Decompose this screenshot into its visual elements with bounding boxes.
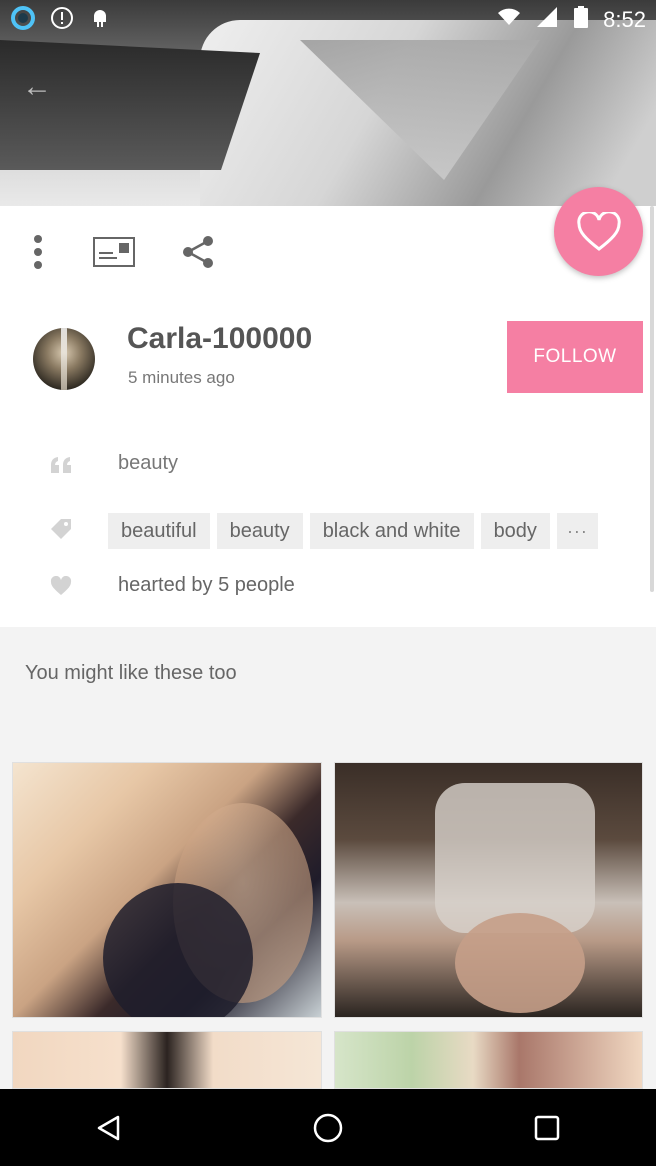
back-arrow-icon[interactable]: ← — [22, 70, 52, 104]
heart-small-icon — [48, 573, 74, 599]
hearted-count[interactable]: hearted by 5 people — [118, 574, 295, 597]
wifi-icon — [497, 5, 521, 35]
avatar[interactable] — [33, 328, 95, 390]
home-icon[interactable] — [298, 1098, 358, 1158]
battery-icon — [573, 5, 589, 35]
info-icon — [50, 6, 74, 35]
share-icon[interactable] — [176, 230, 220, 274]
postcard-icon[interactable] — [92, 230, 136, 274]
avatar-image-detail — [61, 328, 67, 390]
follow-button[interactable]: FOLLOW — [507, 321, 643, 393]
more-tags-button[interactable]: ··· — [556, 513, 598, 549]
back-icon[interactable] — [79, 1098, 139, 1158]
status-bar: 8:52 — [0, 0, 656, 40]
tag-chip[interactable]: beauty — [216, 513, 303, 549]
suggestions-title: You might like these too — [25, 662, 237, 684]
quote-icon — [48, 452, 74, 478]
thumbnail-detail — [455, 913, 585, 1013]
cellular-signal-icon — [535, 5, 559, 35]
tag-chip[interactable]: black and white — [309, 513, 474, 549]
tag-chip[interactable]: beautiful — [108, 513, 210, 549]
system-nav-bar — [0, 1089, 656, 1166]
app-ring-icon — [10, 5, 36, 36]
status-time: 8:52 — [603, 7, 646, 32]
hero-image-furniture — [0, 40, 260, 170]
heart-outline-icon — [576, 211, 621, 251]
thumbnail-detail — [435, 783, 595, 933]
tag-chip[interactable]: body — [480, 513, 550, 549]
username[interactable]: Carla-100000 — [127, 322, 312, 356]
tag-list: beautiful beauty black and white body ··… — [108, 513, 598, 549]
suggestion-thumbnail[interactable] — [12, 1031, 322, 1089]
more-vert-icon[interactable] — [16, 230, 60, 274]
heart-button[interactable] — [554, 187, 643, 276]
suggestion-thumbnail[interactable] — [334, 762, 643, 1018]
suggestion-thumbnail[interactable] — [12, 762, 322, 1018]
tag-icon — [48, 516, 74, 542]
suggestion-thumbnail[interactable] — [334, 1031, 643, 1089]
caption-text: beauty — [118, 452, 179, 474]
post-time: 5 minutes ago — [128, 368, 235, 387]
android-icon — [88, 6, 112, 35]
scrollbar[interactable] — [650, 206, 654, 592]
recents-icon[interactable] — [517, 1098, 577, 1158]
